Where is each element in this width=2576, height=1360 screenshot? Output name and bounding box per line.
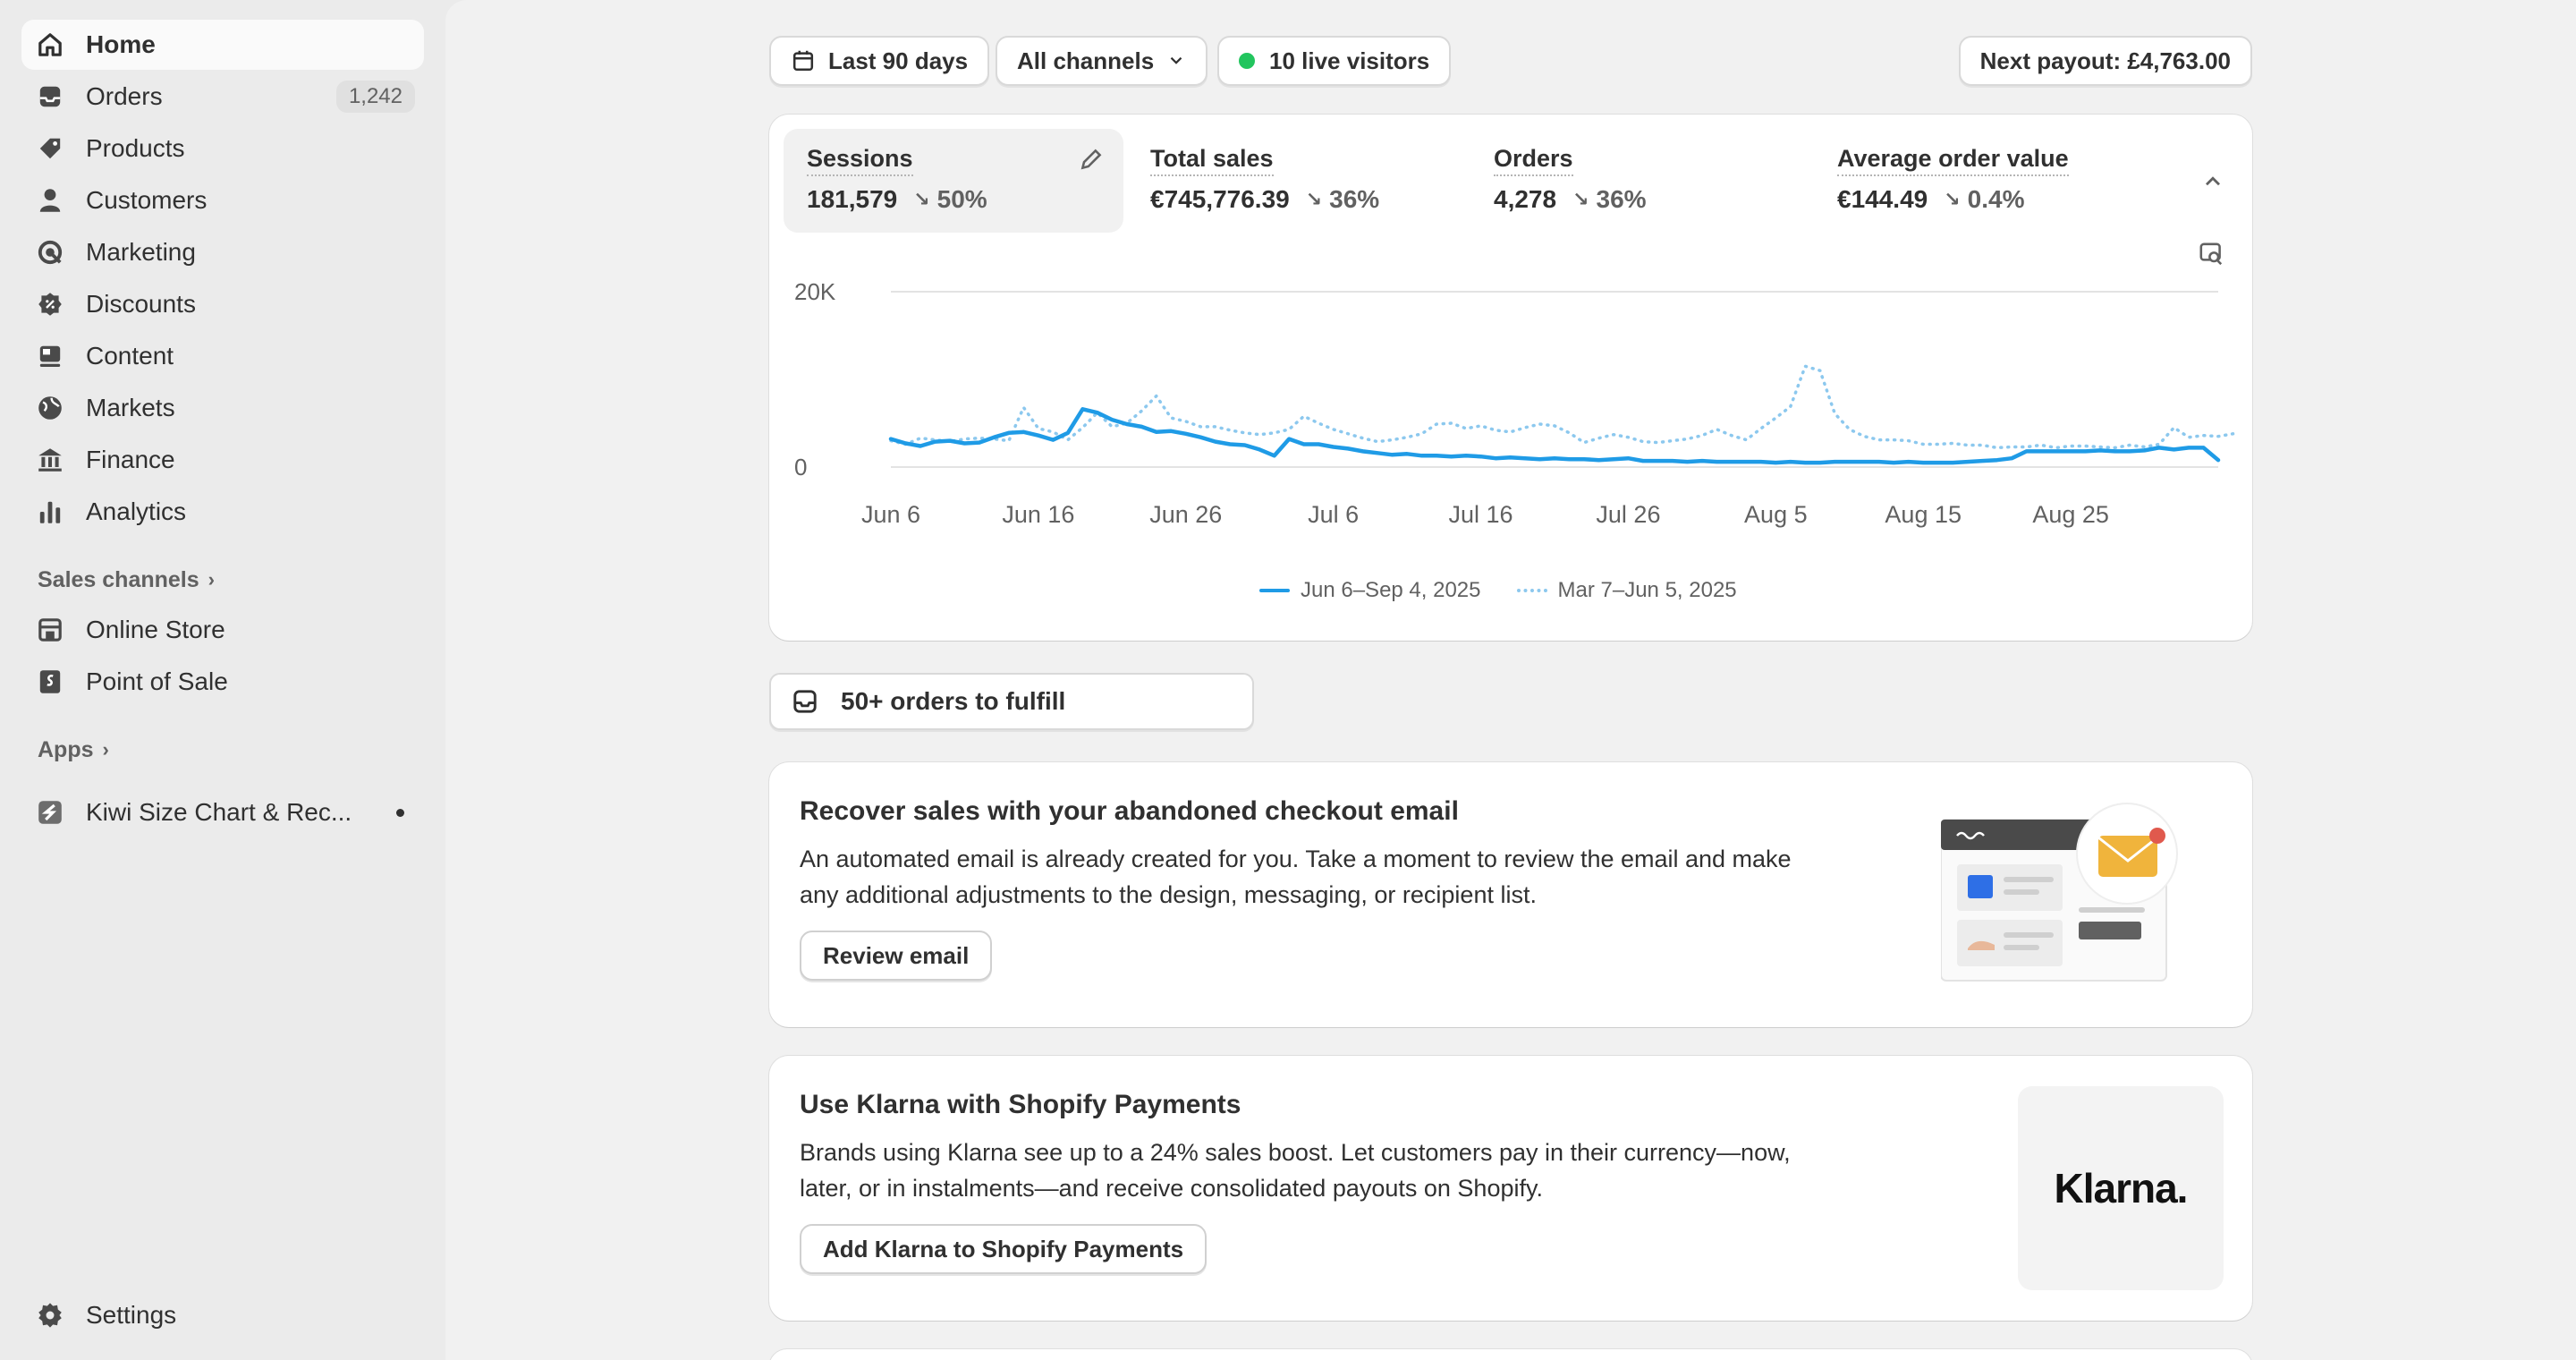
globe-icon — [36, 394, 64, 422]
sidebar-item-customers[interactable]: Customers — [21, 175, 424, 225]
orders-icon — [36, 82, 64, 111]
review-email-button[interactable]: Review email — [800, 931, 993, 981]
sales-channels-section-link[interactable]: Sales channels › — [21, 555, 424, 605]
inbox-icon — [791, 687, 819, 716]
x-tick-label: Jul 26 — [1596, 501, 1660, 528]
x-tick-label: Jul 16 — [1449, 501, 1513, 528]
sidebar-item-label: Point of Sale — [86, 667, 228, 695]
apps-section-link[interactable]: Apps › — [21, 725, 424, 775]
sidebar-item-orders[interactable]: Orders 1,242 — [21, 72, 424, 122]
kiwi-app-icon — [36, 798, 64, 827]
x-tick-label: Jun 26 — [1149, 501, 1222, 528]
chevron-right-icon: › — [102, 738, 109, 761]
sidebar: Home Orders 1,242 Products Customers Mar… — [0, 0, 445, 1360]
pos-icon — [36, 667, 64, 696]
tag-icon — [36, 134, 64, 163]
sidebar-item-label: Settings — [86, 1301, 177, 1329]
date-range-button[interactable]: Last 90 days — [769, 36, 990, 86]
x-tick-label: Aug 5 — [1744, 501, 1808, 528]
card-body: Brands using Klarna see up to a 24% sale… — [800, 1139, 1791, 1202]
x-tick-label: Jul 6 — [1308, 501, 1359, 528]
card-body: An automated email is already created fo… — [800, 846, 1792, 908]
sidebar-item-label: Analytics — [86, 497, 187, 525]
sidebar-item-label: Products — [86, 134, 185, 162]
payout-label: Next payout: £4,763.00 — [1979, 47, 2231, 74]
klarna-logo-tile: Klarna. — [2018, 1086, 2224, 1290]
sidebar-item-label: Marketing — [86, 238, 196, 266]
sidebar-item-label: Finance — [86, 446, 175, 473]
calendar-icon — [791, 48, 816, 73]
sidebar-item-content[interactable]: Content — [21, 331, 424, 381]
apps-label: Apps — [38, 736, 94, 762]
target-icon — [36, 238, 64, 267]
sales-channels-label: Sales channels — [38, 566, 199, 592]
klarna-promo-card: Use Klarna with Shopify Payments Brands … — [769, 1056, 2252, 1321]
legend-label-current: Jun 6–Sep 4, 2025 — [1301, 578, 1481, 602]
chart-legend: Jun 6–Sep 4, 2025 Mar 7–Jun 5, 2025 — [1259, 578, 1737, 603]
next-payout-button[interactable]: Next payout: £4,763.00 — [1958, 36, 2252, 86]
channels-label: All channels — [1017, 47, 1155, 74]
y-tick-label: 20K — [794, 278, 836, 305]
sidebar-item-label: Kiwi Size Chart & Rec... — [86, 798, 352, 826]
legend-label-previous: Mar 7–Jun 5, 2025 — [1557, 578, 1737, 602]
sidebar-item-label: Markets — [86, 394, 175, 421]
email-illustration — [1941, 803, 2178, 982]
sidebar-item-label: Discounts — [86, 290, 196, 318]
y-tick-label: 0 — [794, 454, 807, 480]
sidebar-item-label: Content — [86, 342, 174, 370]
sidebar-item-discounts[interactable]: Discounts — [21, 279, 424, 329]
sidebar-item-label: Customers — [86, 186, 208, 214]
add-klarna-button[interactable]: Add Klarna to Shopify Payments — [800, 1224, 1208, 1274]
home-icon — [36, 30, 64, 59]
orders-to-fulfill-button[interactable]: 50+ orders to fulfill — [769, 673, 1254, 730]
orders-count-badge: 1,242 — [335, 81, 415, 113]
card-title: Use Klarna with Shopify Payments — [800, 1090, 1241, 1119]
sidebar-item-finance[interactable]: Finance — [21, 435, 424, 485]
sidebar-item-analytics[interactable]: Analytics — [21, 487, 424, 537]
legend-swatch-current — [1259, 589, 1290, 592]
sidebar-item-kiwi-app[interactable]: Kiwi Size Chart & Rec... — [21, 787, 424, 837]
channels-dropdown[interactable]: All channels — [996, 36, 1208, 86]
live-status-dot — [1239, 53, 1255, 69]
bar-chart-icon — [36, 497, 64, 526]
sidebar-item-markets[interactable]: Markets — [21, 383, 424, 433]
app-status-dot — [396, 808, 404, 817]
x-tick-label: Aug 25 — [2032, 501, 2109, 528]
sidebar-item-marketing[interactable]: Marketing — [21, 227, 424, 277]
sidebar-item-products[interactable]: Products — [21, 123, 424, 174]
next-card — [769, 1349, 2252, 1360]
abandoned-checkout-card: Recover sales with your abandoned checko… — [769, 762, 2252, 1027]
content-icon — [36, 342, 64, 370]
sidebar-item-settings[interactable]: Settings — [21, 1290, 424, 1340]
sessions-line-chart: 20K 0 Jun 6 Jun 16 Jun 26 Jul 6 Jul 16 Jul 26 Au… — [794, 278, 2235, 528]
sidebar-nav: Home Orders 1,242 Products Customers Mar… — [21, 20, 424, 537]
live-visitors-label: 10 live visitors — [1269, 47, 1430, 74]
orders-to-fulfill-label: 50+ orders to fulfill — [841, 687, 1066, 715]
store-icon — [36, 616, 64, 644]
sidebar-item-label: Home — [86, 30, 156, 58]
sidebar-item-home[interactable]: Home — [21, 20, 424, 70]
person-icon — [36, 186, 64, 215]
sidebar-item-label: Online Store — [86, 616, 225, 643]
sidebar-item-online-store[interactable]: Online Store — [21, 605, 424, 655]
sessions-chart-card: Sessions 181,579 ↘ 50% Total sales €745,7… — [769, 115, 2252, 641]
series-line-previous — [889, 364, 2235, 450]
x-tick-label: Aug 15 — [1885, 501, 1962, 528]
main-content: Last 90 days All channels 10 live visito… — [445, 0, 2576, 1360]
x-tick-label: Jun 16 — [1002, 501, 1074, 528]
sidebar-item-point-of-sale[interactable]: Point of Sale — [21, 657, 424, 707]
discount-icon — [36, 290, 64, 319]
legend-swatch-previous — [1516, 589, 1547, 592]
series-line-current — [888, 407, 2221, 465]
klarna-logo: Klarna. — [2054, 1165, 2189, 1211]
sidebar-item-label: Orders — [86, 82, 163, 110]
live-visitors-button[interactable]: 10 live visitors — [1217, 36, 1452, 86]
x-tick-label: Jun 6 — [861, 501, 920, 528]
date-range-label: Last 90 days — [828, 47, 969, 74]
bank-icon — [36, 446, 64, 474]
dashboard-filter-bar: Last 90 days All channels 10 live visito… — [769, 36, 2252, 86]
chevron-down-icon — [1166, 51, 1186, 71]
gear-icon — [36, 1301, 64, 1330]
chevron-right-icon: › — [208, 568, 215, 591]
